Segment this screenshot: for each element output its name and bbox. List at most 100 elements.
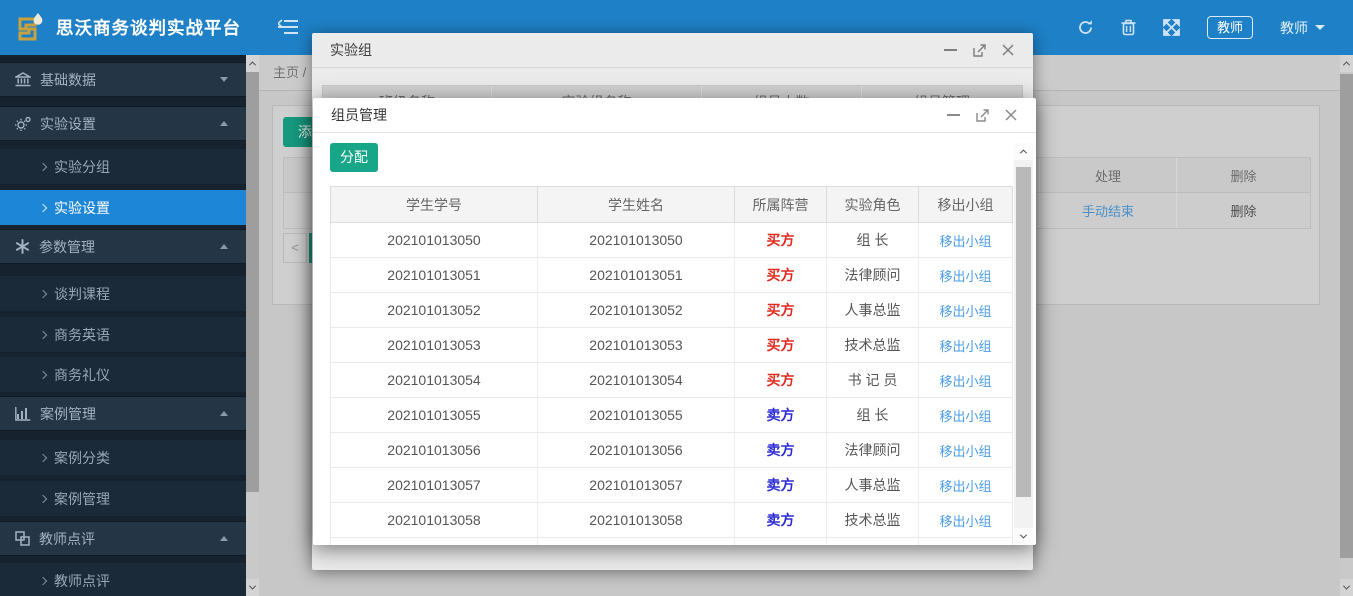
sidebar-item-basic-data[interactable]: 基础数据: [0, 62, 246, 97]
chevron-right-icon: [39, 576, 47, 584]
app-title: 思沃商务谈判实战平台: [56, 15, 241, 40]
camp-cell: 买方: [734, 328, 826, 362]
student-id-cell: 202101013057: [331, 468, 537, 502]
sidebar-item-case-management-group[interactable]: 案例管理: [0, 396, 246, 431]
remove-from-group-link[interactable]: 移出小组: [939, 476, 991, 495]
maximize-icon[interactable]: [975, 108, 989, 122]
trash-icon[interactable]: [1121, 19, 1136, 36]
remove-from-group-link[interactable]: 移出小组: [939, 406, 991, 425]
table-row: 202101013055 202101013055 卖方 组 长 移出小组: [330, 398, 1013, 433]
sidebar-item-case-category[interactable]: 案例分类: [0, 440, 246, 475]
remove-from-group-link[interactable]: 移出小组: [939, 371, 991, 390]
manual-end-link[interactable]: 手动结束: [1082, 201, 1134, 220]
student-id-cell: 202101013058: [331, 503, 537, 537]
scroll-down-icon[interactable]: [1014, 528, 1033, 545]
table-row-partial: [330, 538, 1013, 545]
role-cell: 法律顾问: [826, 258, 918, 292]
scroll-up-icon[interactable]: [1340, 55, 1353, 72]
table-row: 202101013054 202101013054 买方 书 记 员 移出小组: [330, 363, 1013, 398]
asterisk-icon: [15, 239, 30, 254]
menu-toggle-icon[interactable]: [278, 19, 298, 35]
sidebar-item-label: 参数管理: [39, 237, 95, 257]
scroll-down-icon[interactable]: [246, 579, 259, 596]
scroll-up-icon[interactable]: [1014, 143, 1033, 160]
sidebar-item-experiment-grouping[interactable]: 实验分组: [0, 149, 246, 184]
user-dropdown[interactable]: 教师: [1280, 18, 1325, 38]
caret-down-icon: [220, 77, 228, 82]
app-logo: 思沃商务谈判实战平台: [0, 0, 246, 55]
member-table: 学生学号 学生姓名 所属阵营 实验角色 移出小组 202101013050 20…: [330, 186, 1013, 545]
chevron-right-icon: [39, 162, 47, 170]
caret-up-icon: [220, 536, 228, 541]
sidebar-item-teacher-review-group[interactable]: 教师点评: [0, 521, 246, 556]
sidebar-item-case-management[interactable]: 案例管理: [0, 481, 246, 516]
scrollbar-thumb[interactable]: [1340, 74, 1353, 558]
sidebar-item-label: 实验设置: [40, 114, 96, 134]
close-icon[interactable]: [1004, 108, 1018, 122]
camp-cell: 卖方: [734, 503, 826, 537]
sidebar-item-label: 商务英语: [54, 325, 110, 345]
remove-from-group-link[interactable]: 移出小组: [939, 231, 991, 250]
table-row: 202101013057 202101013057 卖方 人事总监 移出小组: [330, 468, 1013, 503]
delete-column-header: 删除: [1176, 158, 1310, 192]
remove-from-group-link[interactable]: 移出小组: [939, 266, 991, 285]
role-cell: 人事总监: [826, 293, 918, 327]
minimize-icon[interactable]: [946, 108, 960, 122]
remove-from-group-link[interactable]: 移出小组: [939, 336, 991, 355]
role-cell: 书 记 员: [826, 363, 918, 397]
student-id-cell: 202101013054: [331, 363, 537, 397]
student-id-cell: 202101013051: [331, 258, 537, 292]
remove-from-group-link[interactable]: 移出小组: [939, 511, 991, 530]
sidebar-item-teacher-review[interactable]: 教师点评: [0, 563, 246, 596]
sidebar-item-negotiation-course[interactable]: 谈判课程: [0, 276, 246, 311]
camp-cell: 卖方: [734, 433, 826, 467]
gears-icon: [15, 116, 31, 131]
sidebar-scrollbar[interactable]: [246, 55, 259, 596]
dialog-scrollbar[interactable]: [1014, 143, 1033, 545]
role-cell: 技术总监: [826, 328, 918, 362]
remove-from-group-link[interactable]: 移出小组: [939, 301, 991, 320]
camp-cell: 卖方: [734, 468, 826, 502]
sidebar-item-label: 案例管理: [40, 404, 96, 424]
student-id-cell: 202101013053: [331, 328, 537, 362]
camp-cell: 卖方: [734, 398, 826, 432]
role-cell: 组 长: [826, 398, 918, 432]
prev-page-button[interactable]: <: [283, 233, 307, 263]
clone-icon: [15, 531, 30, 546]
scrollbar-thumb[interactable]: [246, 72, 259, 492]
student-name-header: 学生姓名: [537, 187, 734, 222]
table-header-row: 学生学号 学生姓名 所属阵营 实验角色 移出小组: [330, 186, 1013, 223]
role-cell: 组 长: [826, 223, 918, 257]
student-name-cell: 202101013056: [537, 433, 734, 467]
table-row: 202101013052 202101013052 买方 人事总监 移出小组: [330, 293, 1013, 328]
sidebar-item-experiment-settings-group[interactable]: 实验设置: [0, 106, 246, 141]
assign-button[interactable]: 分配: [330, 143, 378, 172]
page-scrollbar[interactable]: [1340, 55, 1353, 596]
student-name-cell: 202101013050: [537, 223, 734, 257]
close-icon[interactable]: [1001, 43, 1015, 57]
table-row: 202101013056 202101013056 卖方 法律顾问 移出小组: [330, 433, 1013, 468]
sidebar-item-parameter-management[interactable]: 参数管理: [0, 229, 246, 264]
maximize-icon[interactable]: [972, 43, 986, 57]
sidebar-item-business-etiquette[interactable]: 商务礼仪: [0, 357, 246, 392]
minimize-icon[interactable]: [943, 43, 957, 57]
refresh-icon[interactable]: [1077, 19, 1094, 36]
table-row: 202101013051 202101013051 买方 法律顾问 移出小组: [330, 258, 1013, 293]
scrollbar-thumb[interactable]: [1016, 167, 1031, 497]
student-id-cell: 202101013052: [331, 293, 537, 327]
delete-link[interactable]: 删除: [1230, 201, 1256, 220]
sidebar-item-label: 商务礼仪: [54, 365, 110, 385]
sidebar-item-label: 谈判课程: [54, 284, 110, 304]
scroll-up-icon[interactable]: [246, 55, 259, 72]
topbar-actions: 教师 教师: [1077, 0, 1325, 55]
dialog-title: 实验组: [330, 40, 372, 60]
chevron-right-icon: [39, 453, 47, 461]
scroll-down-icon[interactable]: [1340, 579, 1353, 596]
sidebar-item-experiment-settings[interactable]: 实验设置: [0, 190, 246, 225]
table-row: 202101013050 202101013050 买方 组 长 移出小组: [330, 223, 1013, 258]
fullscreen-icon[interactable]: [1163, 19, 1180, 36]
remove-header: 移出小组: [918, 187, 1012, 222]
dialog-header: 组员管理: [313, 98, 1036, 133]
remove-from-group-link[interactable]: 移出小组: [939, 441, 991, 460]
sidebar-item-business-english[interactable]: 商务英语: [0, 317, 246, 352]
